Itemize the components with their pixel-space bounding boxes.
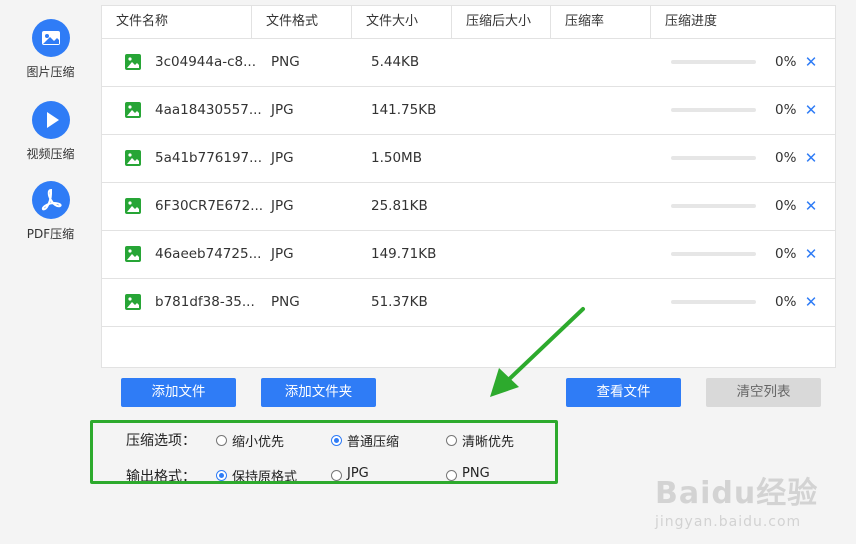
watermark-brand: Baidu经验 bbox=[655, 476, 819, 511]
sidebar-item-label: 视频压缩 bbox=[26, 147, 75, 161]
progress-percent: 0% bbox=[775, 294, 797, 310]
sidebar-item-pdf-compress[interactable]: PDF压缩 bbox=[0, 181, 101, 242]
sidebar: 图片压缩 视频压缩 PDF压缩 bbox=[0, 0, 101, 544]
progress-bar bbox=[671, 156, 756, 160]
close-icon[interactable]: ✕ bbox=[803, 150, 819, 166]
close-icon[interactable]: ✕ bbox=[803, 102, 819, 118]
progress-bar bbox=[671, 252, 756, 256]
sidebar-item-label: 图片压缩 bbox=[26, 65, 75, 79]
file-list: 文件名称 文件格式 文件大小 压缩后大小 压缩率 压缩进度 3c04944a-c… bbox=[101, 5, 836, 368]
add-folder-button[interactable]: 添加文件夹 bbox=[261, 378, 376, 407]
column-header-compressed-size: 压缩后大小 bbox=[452, 6, 551, 38]
file-size: 149.71KB bbox=[371, 246, 437, 262]
table-header: 文件名称 文件格式 文件大小 压缩后大小 压缩率 压缩进度 bbox=[102, 6, 835, 39]
close-icon[interactable]: ✕ bbox=[803, 294, 819, 310]
file-name: b781df38-35... bbox=[155, 294, 255, 310]
progress-percent: 0% bbox=[775, 54, 797, 70]
clear-list-button[interactable]: 清空列表 bbox=[706, 378, 821, 407]
close-icon[interactable]: ✕ bbox=[803, 246, 819, 262]
watermark-url: jingyan.baidu.com bbox=[655, 514, 802, 530]
table-row[interactable]: 6F30CR7E672... JPG 25.81KB 0% ✕ bbox=[102, 183, 835, 231]
file-name: 5a41b776197... bbox=[155, 150, 263, 166]
image-file-icon bbox=[125, 54, 141, 70]
annotation-highlight-box bbox=[90, 420, 558, 484]
progress-bar bbox=[671, 108, 756, 112]
table-row[interactable]: 5a41b776197... JPG 1.50MB 0% ✕ bbox=[102, 135, 835, 183]
image-file-icon bbox=[125, 102, 141, 118]
file-size: 25.81KB bbox=[371, 198, 428, 214]
file-format: PNG bbox=[271, 294, 300, 310]
file-name: 46aeeb74725... bbox=[155, 246, 262, 262]
file-name: 4aa18430557... bbox=[155, 102, 262, 118]
baidu-jingyan-watermark: Baidu经验 jingyan.baidu.com bbox=[655, 468, 845, 532]
file-size: 51.37KB bbox=[371, 294, 428, 310]
file-format: JPG bbox=[271, 150, 294, 166]
image-file-icon bbox=[125, 294, 141, 310]
progress-bar bbox=[671, 60, 756, 64]
image-file-icon bbox=[125, 150, 141, 166]
sidebar-item-image-compress[interactable]: 图片压缩 bbox=[0, 19, 101, 80]
table-row[interactable]: 46aeeb74725... JPG 149.71KB 0% ✕ bbox=[102, 231, 835, 279]
column-header-name: 文件名称 bbox=[102, 6, 252, 38]
progress-percent: 0% bbox=[775, 102, 797, 118]
image-file-icon bbox=[125, 246, 141, 262]
table-row[interactable]: b781df38-35... PNG 51.37KB 0% ✕ bbox=[102, 279, 835, 327]
file-size: 141.75KB bbox=[371, 102, 437, 118]
column-header-ratio: 压缩率 bbox=[551, 6, 651, 38]
progress-percent: 0% bbox=[775, 198, 797, 214]
column-header-progress: 压缩进度 bbox=[665, 14, 718, 29]
column-header-size: 文件大小 bbox=[352, 6, 452, 38]
file-format: JPG bbox=[271, 102, 294, 118]
image-icon bbox=[31, 19, 70, 57]
file-format: JPG bbox=[271, 246, 294, 262]
file-format: PNG bbox=[271, 54, 300, 70]
table-row[interactable]: 4aa18430557... JPG 141.75KB 0% ✕ bbox=[102, 87, 835, 135]
image-file-icon bbox=[125, 198, 141, 214]
progress-percent: 0% bbox=[775, 246, 797, 262]
progress-percent: 0% bbox=[775, 150, 797, 166]
annotation-arrow-icon bbox=[490, 307, 585, 397]
pdf-icon bbox=[31, 181, 70, 219]
progress-bar bbox=[671, 300, 756, 304]
column-header-format: 文件格式 bbox=[252, 6, 352, 38]
file-size: 5.44KB bbox=[371, 54, 420, 70]
file-size: 1.50MB bbox=[371, 150, 422, 166]
progress-bar bbox=[671, 204, 756, 208]
file-name: 6F30CR7E672... bbox=[155, 198, 264, 214]
close-icon[interactable]: ✕ bbox=[803, 54, 819, 70]
sidebar-item-label: PDF压缩 bbox=[26, 227, 75, 241]
file-name: 3c04944a-c8... bbox=[155, 54, 256, 70]
add-file-button[interactable]: 添加文件 bbox=[121, 378, 236, 407]
play-icon bbox=[31, 101, 70, 139]
sidebar-item-video-compress[interactable]: 视频压缩 bbox=[0, 101, 101, 162]
close-icon[interactable]: ✕ bbox=[803, 198, 819, 214]
table-row[interactable]: 3c04944a-c8... PNG 5.44KB 0% ✕ bbox=[102, 39, 835, 87]
file-format: JPG bbox=[271, 198, 294, 214]
